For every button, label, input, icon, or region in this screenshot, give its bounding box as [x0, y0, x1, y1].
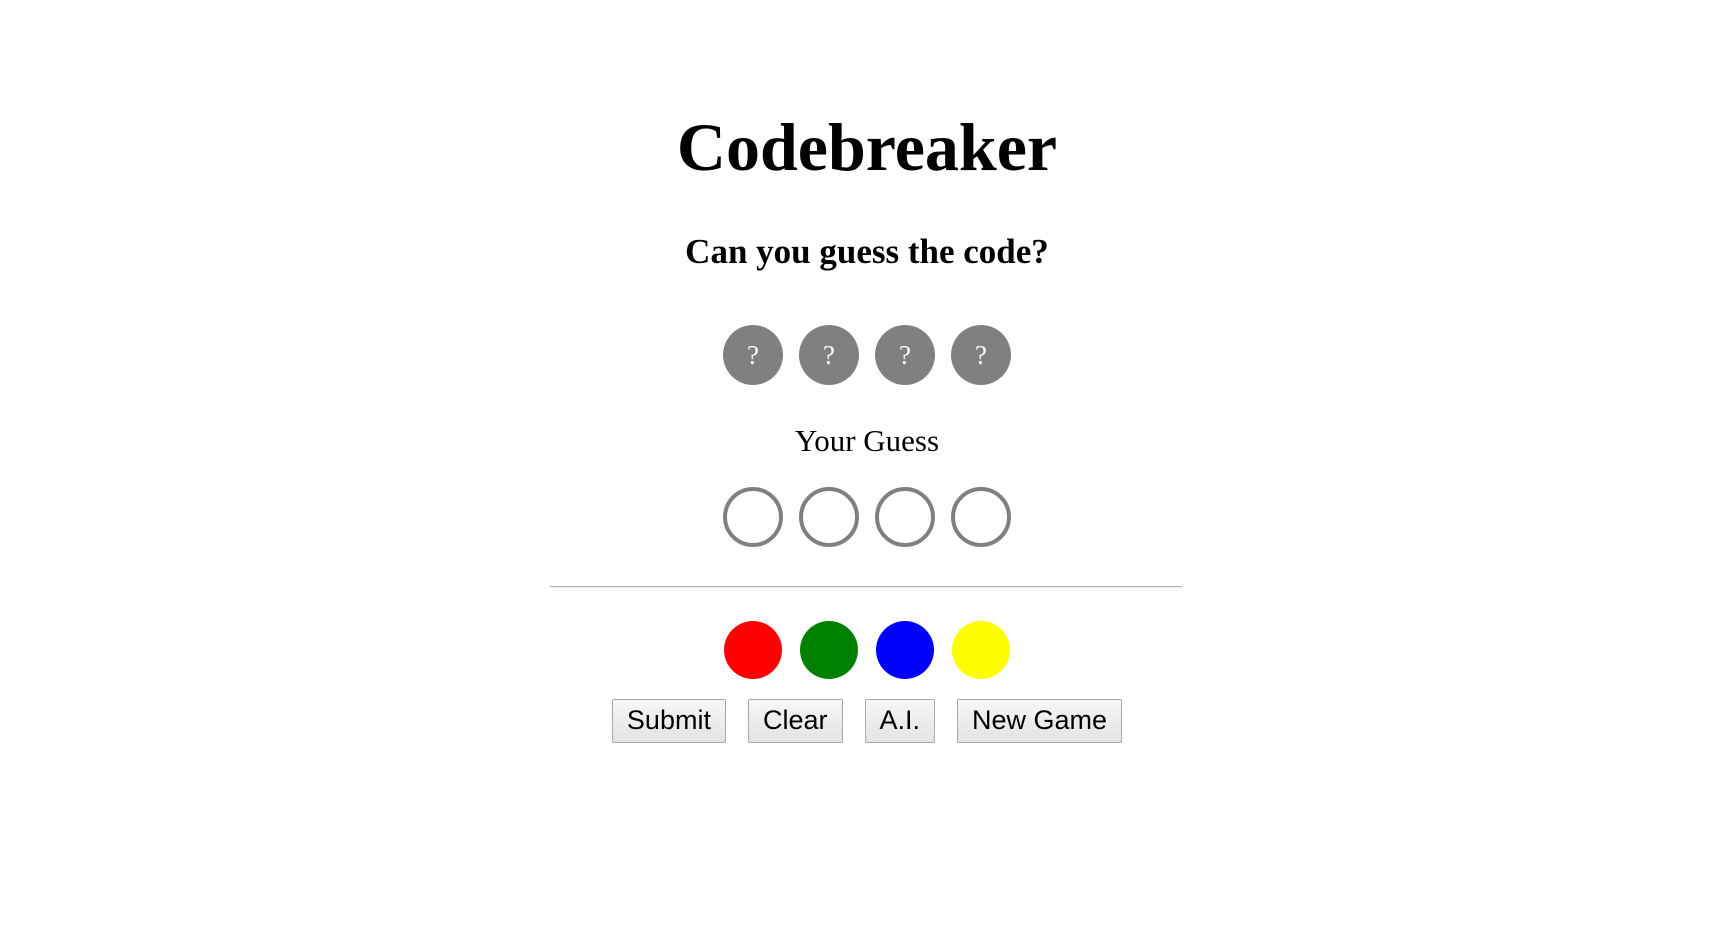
page-title: Codebreaker — [676, 109, 1058, 185]
your-guess-label: Your Guess — [794, 423, 940, 458]
guess-slot-1[interactable] — [723, 487, 783, 547]
palette-color-green[interactable] — [800, 621, 858, 679]
guess-slot-4[interactable] — [951, 487, 1011, 547]
guess-slot-3[interactable] — [875, 487, 935, 547]
secret-code-row: ? ? ? ? — [0, 325, 1734, 385]
guess-slot-2[interactable] — [799, 487, 859, 547]
secret-peg-4: ? — [951, 325, 1011, 385]
palette-color-blue[interactable] — [876, 621, 934, 679]
guess-row — [0, 487, 1734, 547]
page-subtitle: Can you guess the code? — [685, 232, 1049, 271]
controls-row: Submit Clear A.I. New Game — [0, 699, 1734, 743]
codebreaker-app: Codebreaker Can you guess the code? ? ? … — [0, 0, 1734, 926]
palette-color-yellow[interactable] — [952, 621, 1010, 679]
secret-peg-2: ? — [799, 325, 859, 385]
secret-peg-3: ? — [875, 325, 935, 385]
new-game-button[interactable]: New Game — [957, 699, 1123, 743]
color-palette-row — [0, 621, 1734, 679]
palette-color-red[interactable] — [724, 621, 782, 679]
secret-peg-1: ? — [723, 325, 783, 385]
ai-button[interactable]: A.I. — [864, 699, 936, 743]
clear-button[interactable]: Clear — [747, 699, 843, 743]
submit-button[interactable]: Submit — [611, 699, 726, 743]
section-divider — [550, 586, 1182, 588]
